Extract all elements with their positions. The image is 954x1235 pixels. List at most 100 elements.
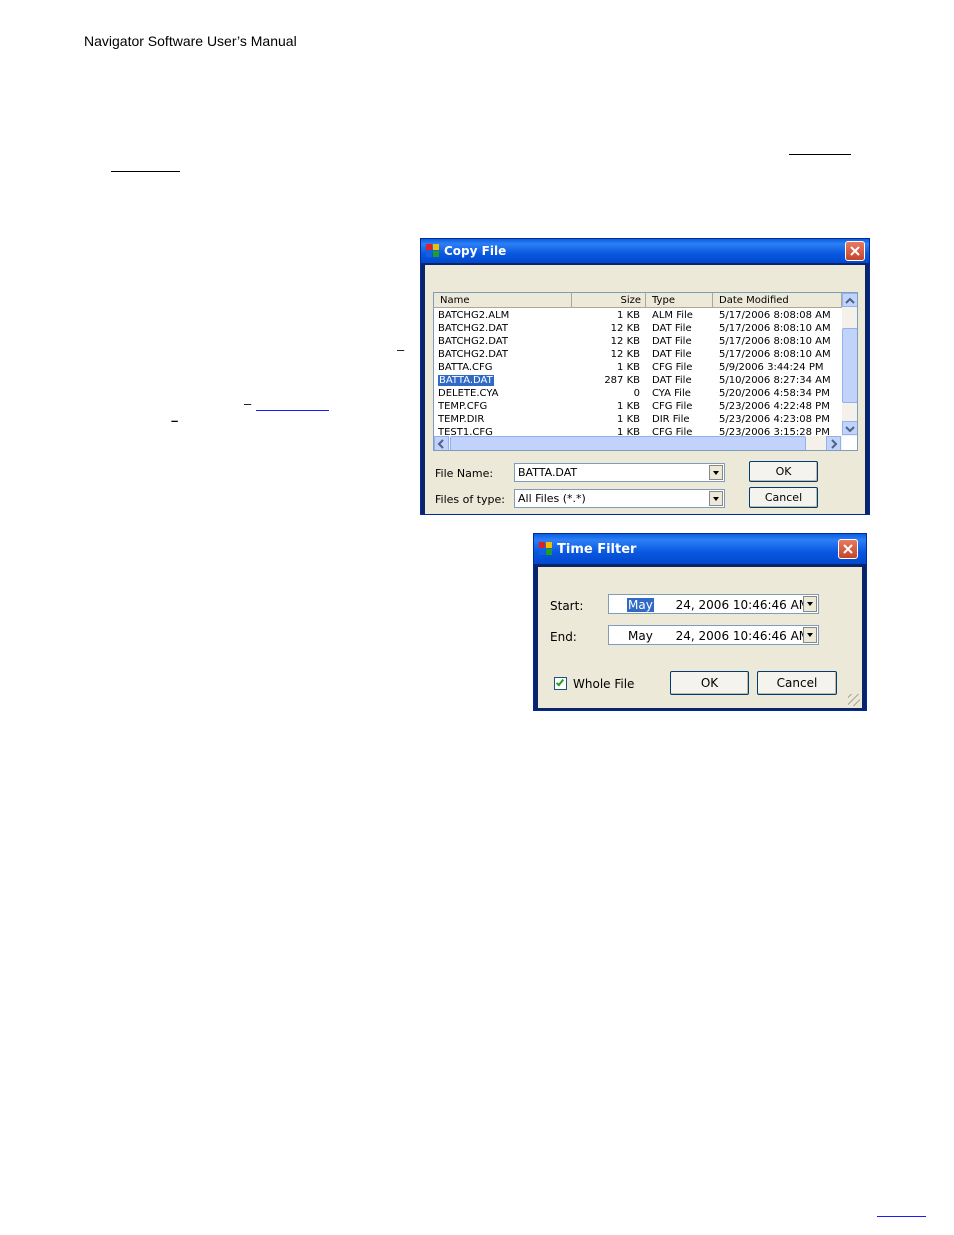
file-cell-name: BATCHG2.DAT xyxy=(438,349,508,360)
file-cell-name: DELETE.CYA xyxy=(438,388,499,399)
dropdown-arrow-icon[interactable] xyxy=(709,491,723,506)
hyperlink-underline[interactable] xyxy=(111,171,180,172)
close-button[interactable] xyxy=(845,241,865,261)
file-cell-size: 0 xyxy=(633,388,640,399)
file-cell-name: BATCHG2.DAT xyxy=(438,323,508,334)
file-cell-size: 1 KB xyxy=(617,401,640,412)
file-cell-name: TEMP.CFG xyxy=(438,401,488,412)
files-of-type-label: Files of type: xyxy=(435,493,506,506)
column-header-type[interactable]: Type xyxy=(646,293,713,308)
files-of-type-value: All Files (*.*) xyxy=(518,492,586,505)
cancel-button[interactable]: Cancel xyxy=(749,487,818,508)
whole-file-label[interactable]: Whole File xyxy=(573,677,634,691)
ok-button[interactable]: OK xyxy=(749,461,818,482)
file-cell-size: 1 KB xyxy=(617,414,640,425)
chevron-up-icon xyxy=(845,297,855,304)
copy-file-client: Name Size Type Date Modified BATCHG2.ALM… xyxy=(425,265,865,514)
file-row[interactable]: TEMP.DIR 1 KB DIR File 5/23/2006 4:23:08 PM xyxy=(434,414,842,427)
dialog-title: Time Filter xyxy=(557,542,637,557)
file-list[interactable]: Name Size Type Date Modified BATCHG2.ALM… xyxy=(433,292,858,451)
app-icon xyxy=(539,542,553,556)
file-cell-type: DAT File xyxy=(652,349,692,360)
chevron-right-icon xyxy=(831,439,838,449)
horizontal-scrollbar[interactable] xyxy=(434,436,842,450)
end-month-field[interactable]: May xyxy=(627,629,654,643)
file-row[interactable]: TEMP.CFG 1 KB CFG File 5/23/2006 4:22:48 PM xyxy=(434,401,842,414)
file-row[interactable]: BATCHG2.DAT 12 KB DAT File 5/17/2006 8:08:1… xyxy=(434,349,842,362)
file-cell-size: 12 KB xyxy=(610,336,640,347)
whole-file-checkbox[interactable] xyxy=(554,677,567,690)
file-row[interactable]: DELETE.CYA 0 CYA File 5/20/2006 4:58:34 PM xyxy=(434,388,842,401)
calendar-dropdown-icon[interactable] xyxy=(803,596,817,612)
file-list-header: Name Size Type Date Modified xyxy=(434,293,857,308)
file-cell-size: 1 KB xyxy=(617,310,640,321)
dash-mark: – xyxy=(171,413,179,428)
dash-mark: – xyxy=(244,396,252,411)
file-cell-date: 5/17/2006 8:08:10 AM xyxy=(719,323,831,334)
end-date-rest[interactable]: 24, 2006 10:46:46 AM xyxy=(676,629,810,643)
file-cell-name: BATTA.DAT xyxy=(438,375,568,386)
scroll-thumb[interactable] xyxy=(842,328,857,403)
scroll-right-button[interactable] xyxy=(826,436,841,450)
file-cell-type: CYA File xyxy=(652,388,691,399)
cancel-button[interactable]: Cancel xyxy=(757,671,837,695)
hyperlink-underline[interactable] xyxy=(789,154,851,155)
chevron-down-icon xyxy=(845,426,855,433)
file-cell-name: TEMP.DIR xyxy=(438,414,485,425)
close-button[interactable] xyxy=(838,539,858,559)
file-cell-type: ALM File xyxy=(652,310,693,321)
file-cell-name: BATCHG2.DAT xyxy=(438,336,508,347)
page-header: Navigator Software User’s Manual xyxy=(84,33,297,49)
file-cell-type: DAT File xyxy=(652,323,692,334)
copy-file-titlebar[interactable]: Copy File xyxy=(421,239,869,263)
page-number-link[interactable] xyxy=(877,1216,926,1217)
file-cell-date: 5/17/2006 8:08:10 AM xyxy=(719,349,831,360)
scroll-down-button[interactable] xyxy=(842,421,857,435)
dialog-title: Copy File xyxy=(444,244,507,258)
dash-mark: – xyxy=(397,342,405,357)
file-cell-size: 12 KB xyxy=(610,349,640,360)
file-name-combo[interactable]: BATTA.DAT xyxy=(514,463,725,482)
time-filter-titlebar[interactable]: Time Filter xyxy=(534,534,866,564)
column-header-date[interactable]: Date Modified xyxy=(713,293,842,308)
column-header-name[interactable]: Name xyxy=(434,293,572,308)
ok-button[interactable]: OK xyxy=(670,671,749,695)
close-icon xyxy=(850,246,860,256)
file-cell-type: DIR File xyxy=(652,414,690,425)
file-row[interactable]: BATTA.DAT 287 KB DAT File 5/10/2006 8:27:34… xyxy=(434,375,842,388)
file-row[interactable]: BATTA.CFG 1 KB CFG File 5/9/2006 3:44:24 PM xyxy=(434,362,842,375)
calendar-dropdown-icon[interactable] xyxy=(803,627,817,643)
copy-file-dialog: Copy File Name Size Type Date Modified B… xyxy=(420,238,870,515)
column-header-size[interactable]: Size xyxy=(572,293,646,308)
scroll-up-button[interactable] xyxy=(842,293,857,307)
file-row[interactable]: BATCHG2.ALM 1 KB ALM File 5/17/2006 8:08:08… xyxy=(434,310,842,323)
start-datetime-picker[interactable]: May 24, 2006 10:46:46 AM xyxy=(608,594,819,614)
close-icon xyxy=(843,544,853,554)
file-cell-type: DAT File xyxy=(652,375,692,386)
file-cell-name: BATCHG2.ALM xyxy=(438,310,510,321)
file-cell-name: BATTA.CFG xyxy=(438,362,493,373)
scroll-left-button[interactable] xyxy=(434,436,449,450)
vertical-scrollbar[interactable] xyxy=(842,293,857,436)
app-icon xyxy=(426,244,440,258)
hscroll-thumb[interactable] xyxy=(450,436,806,450)
end-datetime-picker[interactable]: May 24, 2006 10:46:46 AM xyxy=(608,625,819,645)
file-cell-date: 5/10/2006 8:27:34 AM xyxy=(719,375,831,386)
file-cell-size: 287 KB xyxy=(604,375,640,386)
checkmark-icon xyxy=(555,677,565,687)
file-cell-size: 1 KB xyxy=(617,362,640,373)
start-date-rest[interactable]: 24, 2006 10:46:46 AM xyxy=(676,598,810,612)
file-cell-date: 5/20/2006 4:58:34 PM xyxy=(719,388,830,399)
file-cell-type: CFG File xyxy=(652,362,693,373)
file-row[interactable]: BATCHG2.DAT 12 KB DAT File 5/17/2006 8:08:1… xyxy=(434,323,842,336)
time-filter-dialog: Time Filter Start: May 24, 2006 10:46:46… xyxy=(533,533,867,711)
file-cell-size: 12 KB xyxy=(610,323,640,334)
file-name-label: File Name: xyxy=(435,467,494,480)
files-of-type-combo[interactable]: All Files (*.*) xyxy=(514,489,725,508)
dropdown-arrow-icon[interactable] xyxy=(709,465,723,480)
start-month-field[interactable]: May xyxy=(627,598,654,612)
hyperlink-underline[interactable] xyxy=(256,410,329,411)
file-row[interactable]: BATCHG2.DAT 12 KB DAT File 5/17/2006 8:08:1… xyxy=(434,336,842,349)
resize-grip-icon[interactable] xyxy=(848,694,860,706)
end-label: End: xyxy=(550,630,577,644)
